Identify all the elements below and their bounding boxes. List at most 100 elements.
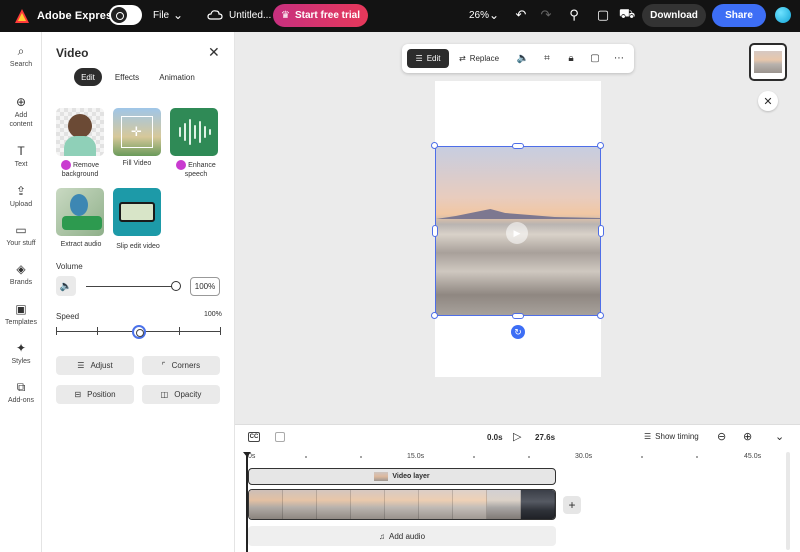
remove-background-tile[interactable] bbox=[56, 108, 104, 156]
person-shirt bbox=[64, 136, 96, 156]
resize-handle[interactable] bbox=[512, 143, 524, 149]
rail-brands[interactable]: ◈ Brands bbox=[0, 262, 42, 287]
zoom-out-icon[interactable]: ⊖ bbox=[717, 430, 726, 443]
ruler-label: 15.0s bbox=[407, 453, 425, 460]
comment-icon[interactable]: ▢ bbox=[588, 51, 602, 65]
upload-icon: ⇪ bbox=[15, 184, 27, 198]
replace-button[interactable]: ⇄ Replace bbox=[459, 49, 499, 68]
zoom-level[interactable]: 26% bbox=[469, 10, 489, 21]
lock-icon[interactable]: 🔒︎ bbox=[564, 51, 578, 65]
resize-handle[interactable] bbox=[432, 225, 438, 237]
redo-icon[interactable]: ↷ bbox=[538, 7, 554, 23]
edit-button[interactable]: ☰ Edit bbox=[407, 49, 449, 68]
split-icon[interactable] bbox=[275, 432, 285, 442]
text-icon: T bbox=[17, 144, 25, 158]
rail-templates[interactable]: ▣ Templates bbox=[0, 302, 42, 327]
video-layer-track[interactable]: Video layer bbox=[248, 468, 556, 485]
mode-toggle[interactable] bbox=[109, 5, 142, 25]
timeline: CC 0.0s ▷ 27.6s ☰ Show timing ⊖ ⊕ ⌄ 0s 15… bbox=[235, 424, 800, 552]
rail-add-content[interactable]: ⊕ Add content bbox=[0, 95, 42, 129]
mountains-image bbox=[436, 209, 600, 219]
schedule-icon[interactable]: ⛟ bbox=[619, 6, 635, 23]
page-thumbnail[interactable] bbox=[749, 43, 787, 81]
chevron-down-icon[interactable]: ⌄ bbox=[173, 8, 183, 22]
position-button[interactable]: ⊟ Position bbox=[56, 385, 134, 404]
rail-search[interactable]: ⌕ Search bbox=[0, 44, 42, 69]
corners-button[interactable]: ⌜ Corners bbox=[142, 356, 220, 375]
crop-icon[interactable]: ⌗ bbox=[540, 51, 554, 65]
playhead[interactable] bbox=[246, 455, 248, 552]
rail-label-brands: Brands bbox=[9, 279, 33, 286]
resize-handle[interactable] bbox=[597, 142, 604, 149]
ruler-tick bbox=[696, 456, 698, 458]
volume-track[interactable] bbox=[86, 286, 176, 287]
rail-styles[interactable]: ✦ Styles bbox=[0, 341, 42, 366]
play-icon[interactable]: ▷ bbox=[513, 430, 521, 443]
volume-field[interactable]: 100% bbox=[190, 277, 220, 296]
rail-label-search: Search bbox=[9, 61, 33, 68]
ruler-tick bbox=[528, 456, 530, 458]
align-icon: ⊟ bbox=[74, 390, 82, 399]
document-title[interactable]: Untitled... bbox=[229, 10, 271, 21]
video-element[interactable]: ▶ bbox=[435, 146, 601, 316]
folder-icon: ▭ bbox=[15, 223, 27, 237]
share-button[interactable]: Share bbox=[712, 4, 766, 27]
enhance-speech-caption: Enhance speech bbox=[170, 160, 222, 179]
timeline-scrollbar[interactable] bbox=[786, 452, 790, 550]
rotate-icon[interactable]: ↻ bbox=[511, 325, 525, 339]
speaker-icon[interactable]: 🔈 bbox=[56, 276, 76, 296]
adjust-button[interactable]: ☰ Adjust bbox=[56, 356, 134, 375]
speed-tick bbox=[97, 327, 98, 335]
film-frame bbox=[351, 490, 385, 519]
show-timing-button[interactable]: ☰ Show timing bbox=[644, 432, 699, 441]
comment-icon[interactable]: ▢ bbox=[595, 7, 611, 23]
file-menu[interactable]: File bbox=[153, 10, 169, 21]
chevron-down-icon[interactable]: ⌄ bbox=[775, 430, 784, 443]
adobe-express-logo[interactable] bbox=[14, 8, 30, 24]
move-icon: ✛ bbox=[131, 124, 142, 139]
crown-icon: ♛ bbox=[281, 10, 290, 21]
cloud-icon[interactable] bbox=[207, 8, 223, 22]
layer-label: Video layer bbox=[392, 473, 430, 480]
video-clip-filmstrip[interactable] bbox=[248, 489, 556, 520]
zoom-in-icon[interactable]: ⊕ bbox=[743, 430, 752, 443]
templates-icon: ▣ bbox=[15, 302, 27, 316]
download-button[interactable]: Download bbox=[642, 4, 706, 27]
rail-upload[interactable]: ⇪ Upload bbox=[0, 184, 42, 209]
fill-video-tile[interactable]: ✛ bbox=[113, 108, 161, 156]
start-free-trial-button[interactable]: ♛ Start free trial bbox=[273, 4, 368, 27]
captions-icon[interactable]: CC bbox=[248, 432, 260, 442]
volume-icon[interactable]: 🔈 bbox=[516, 51, 530, 65]
rail-text[interactable]: T Text bbox=[0, 144, 42, 169]
extract-audio-tile[interactable] bbox=[56, 188, 104, 236]
play-icon[interactable]: ▶ bbox=[506, 222, 528, 244]
trial-label: Start free trial bbox=[294, 10, 360, 21]
resize-handle[interactable] bbox=[431, 312, 438, 319]
tab-effects[interactable]: Effects bbox=[110, 68, 144, 86]
avatar[interactable] bbox=[775, 7, 791, 23]
slip-edit-tile[interactable] bbox=[113, 188, 161, 236]
more-icon[interactable]: ⋯ bbox=[612, 51, 626, 65]
resize-handle[interactable] bbox=[512, 313, 524, 319]
rail-add-ons[interactable]: ⧉ Add-ons bbox=[0, 380, 42, 405]
zoom-chevron-down-icon[interactable]: ⌄ bbox=[489, 8, 499, 22]
collaborate-icon[interactable]: ⚲ bbox=[566, 7, 582, 23]
opacity-button[interactable]: ◫ Opacity bbox=[142, 385, 220, 404]
close-icon[interactable]: ✕ bbox=[208, 44, 220, 61]
film-frame bbox=[419, 490, 453, 519]
film-frame bbox=[385, 490, 419, 519]
close-icon[interactable]: ✕ bbox=[758, 91, 778, 111]
enhance-speech-tile[interactable] bbox=[170, 108, 218, 156]
tab-edit[interactable]: Edit bbox=[74, 68, 102, 86]
resize-handle[interactable] bbox=[597, 312, 604, 319]
resize-handle[interactable] bbox=[431, 142, 438, 149]
speed-thumb[interactable] bbox=[132, 325, 146, 339]
add-clip-button[interactable]: + bbox=[563, 496, 581, 514]
add-audio-button[interactable]: ♫ Add audio bbox=[248, 526, 556, 546]
rail-your-stuff[interactable]: ▭ Your stuff bbox=[0, 223, 42, 248]
tab-animation[interactable]: Animation bbox=[154, 68, 200, 86]
volume-thumb[interactable] bbox=[171, 281, 181, 291]
resize-handle[interactable] bbox=[598, 225, 604, 237]
ruler-label: 30.0s bbox=[575, 453, 593, 460]
undo-icon[interactable]: ↶ bbox=[513, 7, 529, 23]
